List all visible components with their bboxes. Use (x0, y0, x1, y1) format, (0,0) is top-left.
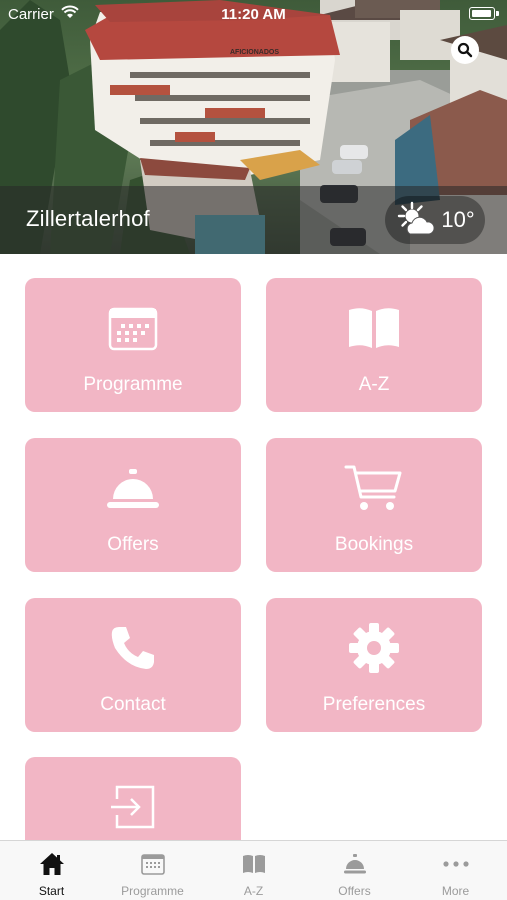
service-bell-icon (25, 462, 241, 514)
tile-label: Offers (107, 534, 159, 555)
tile-label: Programme (83, 374, 183, 395)
clock: 11:20 AM (221, 6, 286, 23)
search-icon (457, 42, 473, 58)
app-screen: AFICIONADOS Carrier 11:20 AM Zillertaler (0, 0, 507, 900)
hero-photo: AFICIONADOS Carrier 11:20 AM Zillertaler (0, 0, 507, 254)
tab-label: Programme (121, 884, 184, 898)
battery-tip (496, 11, 499, 16)
calendar-icon (102, 851, 203, 877)
tab-label: A-Z (243, 884, 264, 898)
shopping-cart-icon (266, 462, 482, 514)
phone-icon (25, 622, 241, 674)
tile-label: Preferences (322, 694, 426, 715)
tile-label: Bookings (334, 534, 414, 555)
tab-label: Offers (338, 884, 371, 898)
status-bar: Carrier 11:20 AM (0, 0, 507, 28)
tile-bookings[interactable]: Bookings (266, 438, 482, 572)
tab-a-z[interactable]: A-Z (203, 841, 304, 900)
weather-temperature: 10° (441, 207, 475, 232)
search-button[interactable] (451, 36, 479, 64)
tile-programme[interactable]: Programme (25, 278, 241, 412)
sign-in-icon (25, 781, 241, 833)
tile-label: A-Z (358, 374, 390, 395)
tab-more[interactable]: More (405, 841, 506, 900)
tab-start[interactable]: Start (1, 841, 102, 900)
tab-programme[interactable]: Programme (102, 841, 203, 900)
service-bell-icon (304, 851, 405, 877)
hotel-name: Zillertalerhof (26, 206, 150, 231)
book-icon (203, 851, 304, 877)
home-icon (1, 851, 102, 877)
tab-label: Start (38, 884, 65, 898)
tab-bar: Start Programme A-Z Offers More (0, 840, 507, 900)
hotel-sign-text: AFICIONADOS (230, 49, 279, 56)
tile-a-z[interactable]: A-Z (266, 278, 482, 412)
tile-offers[interactable]: Offers (25, 438, 241, 572)
partly-sunny-icon (398, 201, 435, 235)
tile-contact[interactable]: Contact (25, 598, 241, 732)
tab-offers[interactable]: Offers (304, 841, 405, 900)
calendar-icon (25, 302, 241, 354)
battery-icon (469, 7, 495, 20)
tile-preferences[interactable]: Preferences (266, 598, 482, 732)
more-dots-icon (405, 851, 506, 877)
tile-label: Contact (100, 694, 166, 715)
weather-widget[interactable]: 10° (385, 196, 485, 244)
book-icon (266, 302, 482, 354)
gear-icon (266, 622, 482, 674)
tab-label: More (441, 884, 470, 898)
